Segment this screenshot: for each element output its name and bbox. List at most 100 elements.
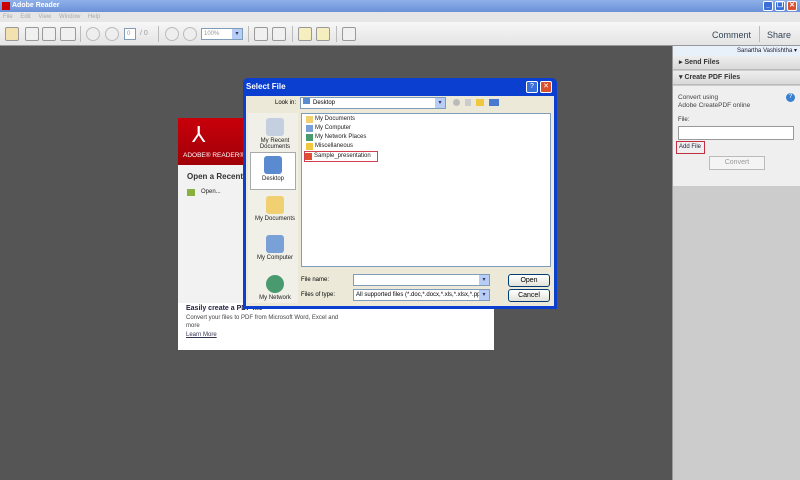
- my-network-icon: [266, 275, 284, 293]
- print-icon[interactable]: [42, 27, 56, 41]
- file-name-label: File name:: [301, 277, 330, 283]
- comment-tab[interactable]: Comment: [712, 30, 751, 40]
- views-menu-icon[interactable]: [489, 99, 499, 106]
- place-my-documents[interactable]: My Documents: [251, 196, 299, 222]
- chevron-down-icon: ▾: [435, 98, 445, 108]
- create-pdf-section[interactable]: ▾ Create PDF Files: [673, 71, 800, 85]
- convert-description: Convert using Adobe CreatePDF online: [678, 94, 751, 109]
- menu-help[interactable]: Help: [88, 14, 100, 20]
- zoom-in-icon[interactable]: [183, 27, 197, 41]
- list-item-sample-presentation[interactable]: Sample_presentation: [304, 151, 378, 162]
- user-name: Sanartha Vashishtha: [737, 48, 793, 54]
- places-bar: My Recent Documents Desktop My Documents…: [248, 113, 298, 303]
- save-icon[interactable]: [25, 27, 39, 41]
- create-pdf-label: Create PDF Files: [684, 74, 741, 81]
- back-icon[interactable]: [453, 99, 460, 106]
- place-label: My Recent Documents: [259, 138, 291, 150]
- menu-bar: File Edit View Window Help: [0, 12, 800, 22]
- up-folder-icon[interactable]: [465, 99, 471, 106]
- recent-documents-icon: [266, 118, 284, 136]
- place-label: Desktop: [261, 176, 284, 182]
- dialog-close-button[interactable]: ✕: [540, 81, 552, 93]
- adobe-logo-icon: [2, 2, 10, 10]
- adobe-logo-icon: ⅄: [192, 122, 206, 147]
- cancel-button[interactable]: Cancel: [508, 289, 550, 302]
- close-button[interactable]: ✕: [787, 1, 797, 11]
- desktop-icon: [264, 156, 282, 174]
- email-icon[interactable]: [60, 27, 76, 41]
- computer-icon: [306, 125, 313, 132]
- menu-view[interactable]: View: [38, 14, 51, 20]
- create-pdf-icon[interactable]: [5, 27, 19, 41]
- place-my-computer[interactable]: My Computer: [251, 235, 299, 261]
- list-item[interactable]: My Documents: [306, 115, 355, 124]
- zoom-out-icon[interactable]: [165, 27, 179, 41]
- my-documents-icon: [266, 196, 284, 214]
- file-list: My Documents My Computer My Network Plac…: [301, 113, 551, 267]
- look-in-value: Desktop: [313, 100, 336, 106]
- brand-text: ADOBE® READER®: [183, 152, 245, 159]
- open-icon: [187, 189, 195, 196]
- file-input[interactable]: [678, 126, 794, 140]
- help-icon[interactable]: ?: [786, 93, 795, 102]
- menu-edit[interactable]: Edit: [20, 14, 30, 20]
- ppt-file-icon: [305, 153, 312, 160]
- place-desktop[interactable]: Desktop: [250, 152, 296, 190]
- chevron-down-icon: ▾: [479, 290, 489, 300]
- send-files-section[interactable]: ▸ Send Files: [673, 56, 800, 70]
- right-panel: Sanartha Vashishtha ▾ ▸ Send Files ▾ Cre…: [672, 46, 800, 480]
- app-title: Adobe Reader: [12, 2, 60, 9]
- share-tab[interactable]: Share: [767, 30, 791, 40]
- network-icon: [306, 134, 313, 141]
- zoom-value: 100%: [204, 31, 220, 37]
- next-page-icon[interactable]: [105, 27, 119, 41]
- dialog-title: Select File: [246, 82, 286, 91]
- full-screen-icon[interactable]: [342, 27, 356, 41]
- place-label: My Computer: [256, 255, 293, 261]
- chevron-down-icon: ▾: [232, 29, 242, 39]
- folder-icon: [306, 143, 313, 150]
- title-bar: Adobe Reader _ ❐ ✕: [0, 0, 800, 12]
- create-pdf-body: Convert using Adobe CreatePDF online ? Fi…: [673, 86, 800, 186]
- menu-window[interactable]: Window: [59, 14, 80, 20]
- file-type-select[interactable]: All supported files (*.doc,*.docx,*.xls,…: [353, 289, 490, 301]
- fit-page-icon[interactable]: [254, 27, 268, 41]
- page-number-input[interactable]: 0: [124, 28, 136, 40]
- sticky-note-icon[interactable]: [298, 27, 312, 41]
- look-in-label: Look in:: [275, 100, 297, 106]
- open-button[interactable]: Open: [508, 274, 550, 287]
- convert-button[interactable]: Convert: [709, 156, 765, 170]
- new-folder-icon[interactable]: [476, 99, 484, 106]
- place-label: My Network: [259, 295, 291, 301]
- list-item[interactable]: Miscellaneous: [306, 142, 353, 151]
- zoom-select[interactable]: 100% ▾: [201, 28, 243, 40]
- highlight-icon[interactable]: [316, 27, 330, 41]
- place-label: My Documents: [254, 216, 295, 222]
- chevron-down-icon: ▾: [479, 275, 489, 285]
- fit-width-icon[interactable]: [272, 27, 286, 41]
- easily-text: Convert your files to PDF from Microsoft…: [186, 315, 339, 329]
- list-item[interactable]: My Computer: [306, 124, 351, 133]
- my-computer-icon: [266, 235, 284, 253]
- file-name-input[interactable]: ▾: [353, 274, 490, 286]
- open-link[interactable]: Open...: [201, 189, 221, 195]
- file-label: File:: [678, 117, 690, 123]
- folder-icon: [306, 116, 313, 123]
- add-file-link[interactable]: Add File: [676, 141, 705, 154]
- list-item[interactable]: My Network Places: [306, 133, 366, 142]
- learn-more-link[interactable]: Learn More: [186, 332, 217, 338]
- file-type-label: Files of type:: [301, 292, 336, 298]
- restore-button[interactable]: ❐: [775, 1, 785, 11]
- previous-page-icon[interactable]: [86, 27, 100, 41]
- place-my-network[interactable]: My Network: [251, 275, 299, 301]
- toolbar: 0 / 0 100% ▾ Comment Share: [0, 22, 800, 46]
- look-in-select[interactable]: Desktop ▾: [300, 97, 446, 109]
- dialog-help-button[interactable]: ?: [526, 81, 538, 93]
- menu-file[interactable]: File: [3, 14, 13, 20]
- place-recent-documents[interactable]: My Recent Documents: [251, 118, 299, 150]
- minimize-button[interactable]: _: [763, 1, 773, 11]
- user-menu[interactable]: Sanartha Vashishtha ▾: [673, 46, 800, 56]
- page-total: / 0: [140, 30, 148, 37]
- dialog-body: Look in: Desktop ▾ My Recent Documents De…: [246, 96, 554, 306]
- file-type-value: All supported files (*.doc,*.docx,*.xls,…: [356, 292, 483, 298]
